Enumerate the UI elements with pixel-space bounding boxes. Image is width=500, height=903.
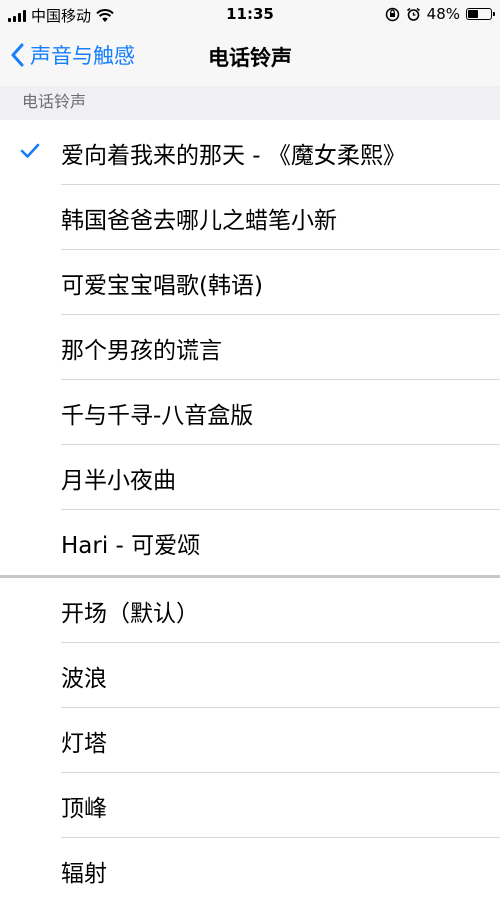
ringtone-row[interactable]: 灯塔 bbox=[0, 708, 500, 773]
ringtone-label: 那个男孩的谎言 bbox=[61, 337, 222, 364]
section-header: 电话铃声 bbox=[22, 92, 87, 111]
alarm-icon bbox=[406, 7, 420, 21]
custom-ringtone-list: 爱向着我来的那天 - 《魔女柔熙》 韩国爸爸去哪儿之蜡笔小新 可爱宝宝唱歌(韩语… bbox=[0, 120, 500, 575]
ringtone-row[interactable]: 顶峰 bbox=[0, 773, 500, 838]
ringtone-row[interactable]: 韩国爸爸去哪儿之蜡笔小新 bbox=[0, 185, 500, 250]
ringtone-label: 灯塔 bbox=[61, 730, 107, 757]
battery-percent: 48% bbox=[426, 5, 460, 23]
ringtone-label: 波浪 bbox=[61, 665, 107, 692]
ringtone-row[interactable]: 辐射 bbox=[0, 838, 500, 903]
ringtone-label: 韩国爸爸去哪儿之蜡笔小新 bbox=[61, 207, 337, 234]
ringtone-row[interactable]: Hari - 可爱颂 bbox=[0, 510, 500, 575]
checkmark-icon bbox=[20, 143, 40, 158]
status-icons: 48% bbox=[385, 5, 495, 23]
ringtone-label: 月半小夜曲 bbox=[61, 467, 176, 494]
ringtone-label: 千与千寻-八音盒版 bbox=[61, 402, 254, 429]
ringtone-label: Hari - 可爱颂 bbox=[61, 532, 201, 559]
system-ringtone-list: 开场（默认） 波浪 灯塔 顶峰 辐射 bbox=[0, 578, 500, 903]
ringtone-row[interactable]: 月半小夜曲 bbox=[0, 445, 500, 510]
ringtone-label: 开场（默认） bbox=[61, 600, 199, 627]
ringtone-label: 爱向着我来的那天 - 《魔女柔熙》 bbox=[61, 142, 406, 169]
ringtone-label: 可爱宝宝唱歌(韩语) bbox=[61, 272, 263, 299]
ringtone-row[interactable]: 可爱宝宝唱歌(韩语) bbox=[0, 250, 500, 315]
ringtone-row[interactable]: 爱向着我来的那天 - 《魔女柔熙》 bbox=[0, 120, 500, 185]
orientation-lock-icon bbox=[385, 7, 399, 21]
ringtone-row[interactable]: 千与千寻-八音盒版 bbox=[0, 380, 500, 445]
navigation-bar: 声音与触感 电话铃声 bbox=[0, 28, 500, 86]
ringtone-label: 顶峰 bbox=[61, 795, 107, 822]
ringtone-row[interactable]: 波浪 bbox=[0, 643, 500, 708]
ringtone-row[interactable]: 开场（默认） bbox=[0, 578, 500, 643]
ringtone-label: 辐射 bbox=[61, 860, 107, 887]
status-bar: 中国移动 11:35 48% bbox=[0, 0, 500, 28]
battery-icon bbox=[466, 8, 495, 20]
ringtone-row[interactable]: 那个男孩的谎言 bbox=[0, 315, 500, 380]
page-title: 电话铃声 bbox=[208, 46, 292, 70]
